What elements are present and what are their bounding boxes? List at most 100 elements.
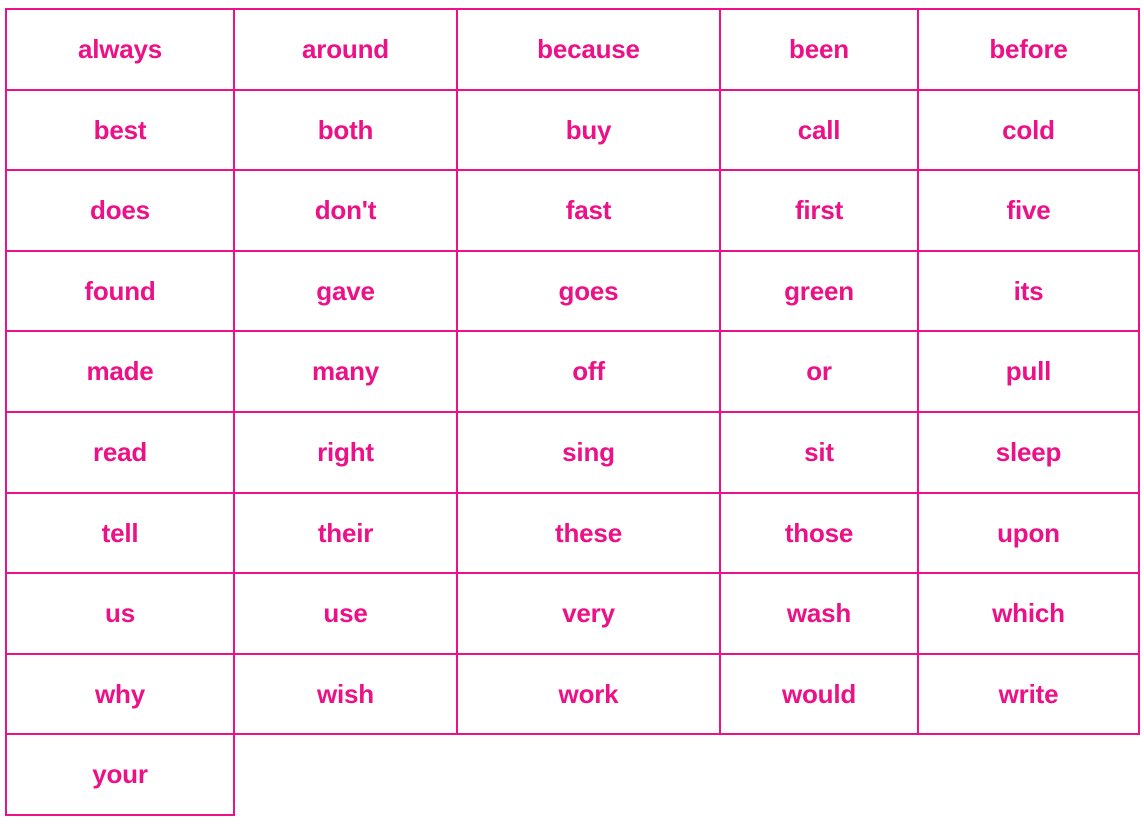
word-label: first <box>794 195 844 226</box>
word-cell[interactable]: read <box>5 410 235 494</box>
word-cell[interactable]: their <box>233 491 458 575</box>
word-label: because <box>537 34 640 64</box>
word-cell[interactable]: five <box>917 169 1140 252</box>
word-cell[interactable]: these <box>456 491 721 575</box>
word-label: around <box>302 34 389 64</box>
word-cell[interactable]: around <box>233 8 458 91</box>
word-cell[interactable]: would <box>719 652 919 736</box>
word-cell[interactable]: tell <box>5 491 235 575</box>
word-cell[interactable]: sit <box>719 410 919 494</box>
word-label: wish <box>317 678 374 709</box>
word-label: always <box>77 34 163 64</box>
word-cell[interactable]: off <box>456 330 721 413</box>
word-cell[interactable]: why <box>5 652 235 736</box>
word-cell[interactable]: wash <box>719 572 919 655</box>
word-cell[interactable]: write <box>917 652 1140 736</box>
word-label: off <box>572 356 605 387</box>
word-cell[interactable]: been <box>719 8 919 91</box>
word-cell[interactable]: don't <box>233 169 458 252</box>
word-label: your <box>92 759 148 790</box>
word-label: would <box>781 678 857 709</box>
table-row: always around because been before <box>5 8 1140 91</box>
word-label: made <box>86 356 154 387</box>
word-label: both <box>317 114 374 145</box>
empty-cell <box>918 734 1139 815</box>
word-label: why <box>95 678 145 709</box>
word-cell[interactable]: those <box>719 491 919 575</box>
table-row: why wish work would write <box>5 652 1140 736</box>
word-cell[interactable]: pull <box>917 330 1140 413</box>
table-row: best both buy call cold <box>5 88 1140 172</box>
word-label: very <box>562 598 615 629</box>
table-row: does don't fast first five <box>5 169 1140 252</box>
word-cell[interactable]: us <box>5 572 235 655</box>
word-cell[interactable]: use <box>233 572 458 655</box>
word-label: their <box>317 517 374 548</box>
table-row: read right sing sit sleep <box>5 410 1140 494</box>
word-label: goes <box>558 275 619 306</box>
word-label: upon <box>997 517 1060 548</box>
word-label: fast <box>565 195 612 226</box>
word-cell[interactable]: upon <box>917 491 1140 575</box>
word-label: read <box>92 436 148 467</box>
word-cell[interactable]: made <box>5 330 235 413</box>
word-cell[interactable]: many <box>233 330 458 413</box>
word-cell[interactable]: buy <box>456 88 721 172</box>
word-label: use <box>323 598 368 629</box>
word-label: pull <box>1005 356 1052 387</box>
word-cell[interactable]: goes <box>456 249 721 333</box>
word-cell[interactable]: or <box>719 330 919 413</box>
word-label: these <box>555 517 622 548</box>
word-cell[interactable]: green <box>719 249 919 333</box>
word-label: right <box>317 436 374 467</box>
table-row: found gave goes green its <box>5 249 1140 333</box>
word-cell[interactable]: cold <box>917 88 1140 172</box>
word-cell[interactable]: before <box>917 8 1140 91</box>
table-row: your <box>5 733 1139 816</box>
word-label: gave <box>316 275 375 306</box>
word-cell[interactable]: wish <box>233 652 458 736</box>
empty-cell <box>234 734 457 815</box>
word-cell[interactable]: which <box>917 572 1140 655</box>
word-label: tell <box>101 517 139 548</box>
word-cell[interactable]: first <box>719 169 919 252</box>
word-cell[interactable]: sing <box>456 410 721 494</box>
word-label: which <box>992 598 1065 629</box>
table-row: tell their these those upon <box>5 491 1140 575</box>
table-row: made many off or pull <box>5 330 1140 413</box>
word-cell[interactable]: does <box>5 169 235 252</box>
word-label: call <box>797 114 841 145</box>
word-cell[interactable]: always <box>5 8 235 91</box>
word-cell[interactable]: work <box>456 652 721 736</box>
word-label: work <box>558 678 619 709</box>
word-label: does <box>90 195 150 226</box>
word-cell[interactable]: both <box>233 88 458 172</box>
word-cell[interactable]: its <box>917 249 1140 333</box>
word-label: many <box>311 356 380 387</box>
word-cell[interactable]: fast <box>456 169 721 252</box>
word-label: its <box>1013 275 1044 306</box>
word-label: best <box>93 114 147 145</box>
word-cell[interactable]: gave <box>233 249 458 333</box>
word-grid-container: always around because been before best b… <box>5 8 1140 816</box>
word-label: buy <box>565 114 612 145</box>
word-cell[interactable]: your <box>5 733 235 816</box>
word-label: found <box>84 275 156 306</box>
word-cell[interactable]: best <box>5 88 235 172</box>
word-cell[interactable]: sleep <box>917 410 1140 494</box>
word-label: us <box>105 598 135 629</box>
word-label: don't <box>314 195 377 226</box>
empty-cell <box>720 734 918 815</box>
word-cell[interactable]: right <box>233 410 458 494</box>
word-cell[interactable]: very <box>456 572 721 655</box>
word-label: green <box>784 275 854 306</box>
word-cell[interactable]: call <box>719 88 919 172</box>
word-label: cold <box>1002 114 1055 145</box>
word-cell[interactable]: because <box>456 8 721 91</box>
word-label: been <box>789 34 849 64</box>
word-label: five <box>1006 195 1051 226</box>
word-cell[interactable]: found <box>5 249 235 333</box>
word-label: sit <box>804 436 834 467</box>
word-label: write <box>998 678 1059 709</box>
word-label: sing <box>562 436 615 467</box>
